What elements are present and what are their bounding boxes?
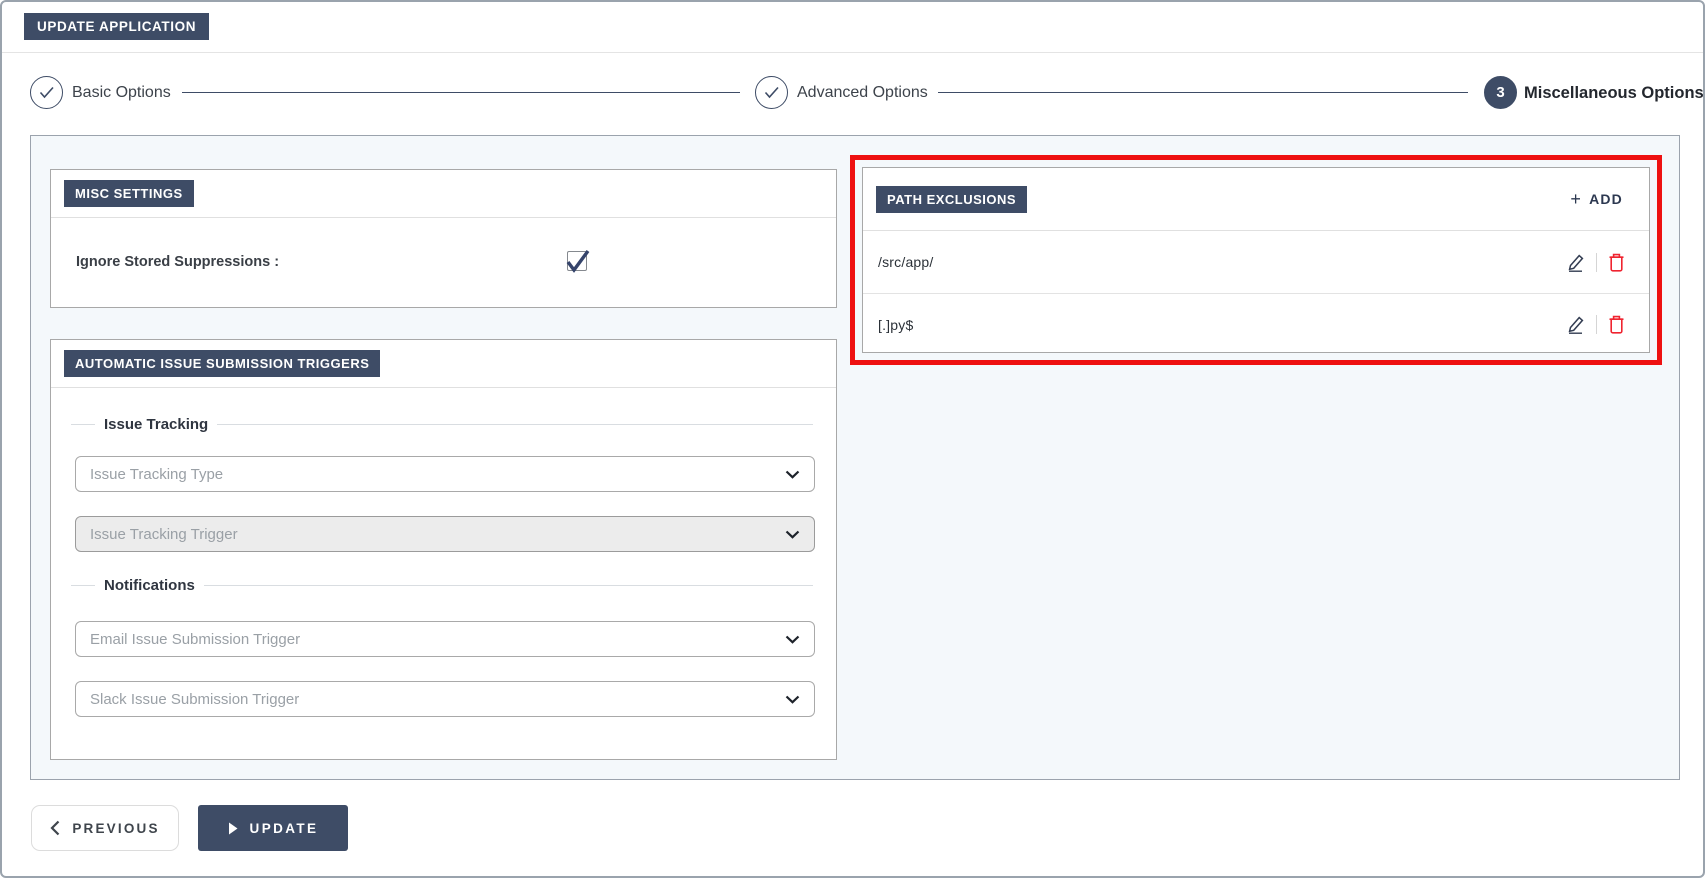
play-icon [228, 822, 238, 835]
previous-button-label: PREVIOUS [72, 821, 159, 836]
pencil-icon [1567, 315, 1585, 334]
slack-issue-trigger-select[interactable]: Slack Issue Submission Trigger [75, 681, 815, 717]
update-button[interactable]: UPDATE [198, 805, 348, 851]
step-advanced-options-label[interactable]: Advanced Options [797, 84, 928, 102]
chevron-down-icon [785, 635, 800, 644]
path-exclusion-value: [.]py$ [878, 317, 913, 333]
step-miscellaneous-options-circle[interactable]: 3 [1484, 76, 1517, 109]
path-exclusions-title: PATH EXCLUSIONS [876, 186, 1027, 213]
ignore-suppressions-row: Ignore Stored Suppressions : [51, 218, 836, 308]
step-advanced-options-circle[interactable] [755, 76, 788, 109]
chevron-down-icon [785, 470, 800, 479]
step-miscellaneous-options-label: Miscellaneous Options [1524, 84, 1704, 103]
check-icon [764, 86, 780, 99]
step-basic-options-label[interactable]: Basic Options [72, 84, 171, 102]
automatic-triggers-title: AUTOMATIC ISSUE SUBMISSION TRIGGERS [64, 350, 380, 377]
misc-settings-header: MISC SETTINGS [51, 170, 836, 218]
pencil-icon [1567, 253, 1585, 272]
edit-path-button[interactable] [1567, 315, 1585, 334]
stepper-connector [938, 92, 1468, 93]
issue-tracking-type-select[interactable]: Issue Tracking Type [75, 456, 815, 492]
ignore-suppressions-checkbox[interactable] [567, 251, 587, 271]
misc-settings-title: MISC SETTINGS [64, 180, 194, 207]
update-button-label: UPDATE [250, 821, 319, 836]
add-path-exclusion-button[interactable]: + ADD [1570, 190, 1623, 208]
notifications-legend-label: Notifications [104, 577, 195, 594]
action-divider [1596, 253, 1597, 272]
trash-icon [1608, 315, 1625, 334]
chevron-down-icon [785, 695, 800, 704]
path-exclusions-highlight: PATH EXCLUSIONS + ADD /src/app/ [850, 155, 1662, 365]
issue-tracking-legend-label: Issue Tracking [104, 416, 208, 433]
ignore-suppressions-label: Ignore Stored Suppressions : [76, 254, 279, 270]
path-exclusion-value: /src/app/ [878, 254, 934, 270]
issue-tracking-legend: Issue Tracking [71, 416, 813, 433]
update-application-page: UPDATE APPLICATION Basic Options Advance… [0, 0, 1705, 878]
edit-path-button[interactable] [1567, 253, 1585, 272]
misc-settings-card: MISC SETTINGS Ignore Stored Suppressions… [50, 169, 837, 308]
email-issue-trigger-placeholder: Email Issue Submission Trigger [90, 631, 785, 648]
path-exclusion-row: [.]py$ [863, 293, 1649, 355]
issue-tracking-trigger-placeholder: Issue Tracking Trigger [90, 526, 785, 543]
step-number: 3 [1496, 84, 1504, 101]
header-divider [2, 52, 1703, 53]
delete-path-button[interactable] [1608, 253, 1625, 272]
email-issue-trigger-select[interactable]: Email Issue Submission Trigger [75, 621, 815, 657]
chevron-down-icon [785, 530, 800, 539]
automatic-triggers-card: AUTOMATIC ISSUE SUBMISSION TRIGGERS Issu… [50, 339, 837, 760]
chevron-left-icon [50, 820, 60, 836]
automatic-triggers-header: AUTOMATIC ISSUE SUBMISSION TRIGGERS [51, 340, 836, 388]
stepper-connector [182, 92, 740, 93]
slack-issue-trigger-placeholder: Slack Issue Submission Trigger [90, 691, 785, 708]
checkmark-icon [562, 246, 592, 276]
action-divider [1596, 315, 1597, 334]
issue-tracking-trigger-select[interactable]: Issue Tracking Trigger [75, 516, 815, 552]
plus-icon: + [1570, 190, 1582, 208]
delete-path-button[interactable] [1608, 315, 1625, 334]
add-button-label: ADD [1589, 191, 1623, 207]
issue-tracking-type-placeholder: Issue Tracking Type [90, 466, 785, 483]
path-exclusions-header: PATH EXCLUSIONS + ADD [863, 168, 1649, 231]
previous-button[interactable]: PREVIOUS [31, 805, 179, 851]
notifications-legend: Notifications [71, 577, 813, 594]
step-basic-options-circle[interactable] [30, 76, 63, 109]
trash-icon [1608, 253, 1625, 272]
path-exclusions-card: PATH EXCLUSIONS + ADD /src/app/ [862, 167, 1650, 353]
path-exclusion-row: /src/app/ [863, 231, 1649, 293]
page-title: UPDATE APPLICATION [24, 13, 209, 40]
check-icon [39, 86, 55, 99]
